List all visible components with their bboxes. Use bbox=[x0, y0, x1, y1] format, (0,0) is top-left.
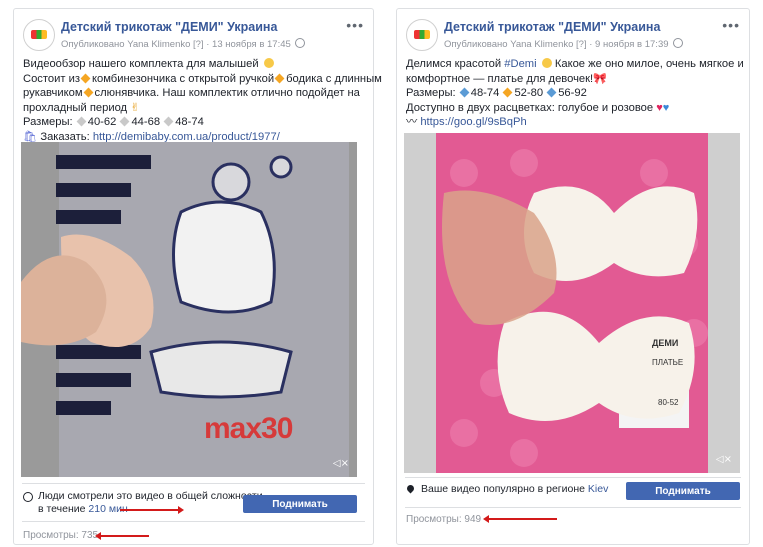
text-line: Какое же оно милое, очень мягкое и bbox=[554, 58, 744, 70]
watch-time-text: Люди смотрели это видео в общей сложност… bbox=[38, 490, 263, 516]
text-line: Состоит из bbox=[23, 72, 80, 85]
heart-eyes-emoji-icon bbox=[541, 58, 552, 68]
avatar[interactable] bbox=[23, 19, 55, 51]
popular-text: Ваше видео популярно в регионе bbox=[421, 483, 585, 495]
text-line: прохладный период bbox=[23, 101, 128, 114]
text-line: комбинезончика с открытой ручкой bbox=[91, 72, 275, 85]
label-text: ПЛАТЬЕ bbox=[652, 358, 684, 367]
label-text: ДЕМИ bbox=[652, 338, 679, 348]
views-count: Просмотры: 735 bbox=[23, 530, 99, 541]
size-value: 44-68 bbox=[131, 116, 161, 128]
more-options-icon[interactable]: ••• bbox=[722, 17, 740, 33]
mute-icon[interactable]: ◁× bbox=[333, 458, 349, 469]
globe-icon bbox=[295, 38, 306, 48]
watch-time-line: Люди смотрели это видео в общей сложност… bbox=[38, 490, 263, 502]
help-mark[interactable]: [?] bbox=[193, 39, 204, 50]
post-meta: Опубликовано Yana Klimenko [?] · 9 ноябр… bbox=[444, 38, 684, 50]
post-card-right: Детский трикотаж "ДЕМИ" Украина Опублико… bbox=[396, 8, 750, 545]
video-frame bbox=[21, 142, 357, 477]
ribbon-icon: 🎀 bbox=[593, 72, 607, 85]
boost-post-button[interactable]: Поднимать публикацию bbox=[626, 482, 740, 515]
video-frame bbox=[404, 133, 740, 473]
location-pin-icon bbox=[405, 483, 416, 494]
post-header: Детский трикотаж "ДЕМИ" Украина Опублико… bbox=[406, 17, 740, 59]
hashtag-link[interactable]: #Demi bbox=[504, 58, 536, 70]
post-meta: Опубликовано Yana Klimenko [?] · 13 нояб… bbox=[61, 38, 306, 50]
text-line: рукавчиком bbox=[23, 87, 83, 99]
diamond-bullet-icon bbox=[80, 73, 91, 83]
size-value: 40-62 bbox=[87, 116, 117, 128]
text-line: бодика с длинным bbox=[286, 72, 382, 85]
text-line: Доступно в двух расцветках: голубое и ро… bbox=[406, 101, 654, 114]
shopping-bags-icon: 🛍 bbox=[23, 130, 38, 143]
watch-time-line: в течение bbox=[38, 503, 86, 515]
annotation-arrow bbox=[95, 532, 149, 540]
popular-region-text: Ваше видео популярно в регионе Kiev bbox=[421, 483, 608, 496]
text-line: комфортное — платье для девочек! bbox=[406, 72, 594, 85]
region-link[interactable]: Kiev bbox=[588, 483, 608, 495]
views-count: Просмотры: 949 bbox=[406, 514, 482, 525]
heart-icon: ♥ bbox=[662, 101, 670, 114]
size-value: 56-92 bbox=[558, 87, 587, 99]
post-header: Детский трикотаж "ДЕМИ" Украина Опублико… bbox=[23, 17, 364, 59]
diamond-bullet-icon bbox=[503, 87, 513, 98]
brand-logo-icon bbox=[414, 30, 430, 39]
diamond-bullet-icon bbox=[83, 87, 93, 98]
divider bbox=[22, 521, 365, 522]
post-date-link[interactable]: 13 ноября в 17:45 bbox=[212, 39, 291, 50]
smiley-emoji-icon bbox=[263, 58, 274, 68]
mute-icon[interactable]: ◁× bbox=[716, 454, 732, 465]
size-value: 48-74 bbox=[175, 116, 204, 128]
size-value: 48-74 bbox=[470, 87, 500, 99]
bullet-icon bbox=[163, 116, 174, 127]
short-link[interactable]: https://goo.gl/9sBqPh bbox=[420, 116, 526, 128]
diamond-bullet-icon bbox=[274, 73, 285, 83]
published-by: Опубликовано Yana Klimenko bbox=[444, 39, 574, 50]
globe-icon bbox=[673, 38, 684, 48]
annotation-arrow bbox=[120, 506, 184, 514]
order-label: Заказать: bbox=[40, 130, 90, 143]
video-player[interactable]: max30 ◁× bbox=[21, 142, 357, 477]
label-text: 80-52 bbox=[658, 398, 679, 407]
wave-icon: 〰 bbox=[406, 116, 418, 128]
diamond-bullet-icon bbox=[459, 87, 470, 98]
video-player[interactable]: ДЕМИ ПЛАТЬЕ 80-52 ◁× bbox=[404, 133, 740, 473]
divider bbox=[405, 477, 741, 478]
text-line: Делимся красотой bbox=[406, 58, 502, 70]
post-card-left: Детский трикотаж "ДЕМИ" Украина Опублико… bbox=[13, 8, 382, 545]
boost-post-button[interactable]: Поднимать публикацию bbox=[243, 495, 357, 528]
bullet-icon bbox=[120, 116, 130, 127]
text-line: Видеообзор нашего комплекта для малышей bbox=[23, 58, 259, 70]
post-text: Видеообзор нашего комплекта для малышей … bbox=[23, 57, 382, 144]
page-name-link[interactable]: Детский трикотаж "ДЕМИ" Украина bbox=[444, 20, 660, 34]
published-by: Опубликовано Yana Klimenko bbox=[61, 39, 191, 50]
diamond-bullet-icon bbox=[546, 87, 557, 98]
page-name-link[interactable]: Детский трикотаж "ДЕМИ" Украина bbox=[61, 20, 277, 34]
text-line: слюнявчика. Наш комплектик отлично подой… bbox=[94, 87, 360, 99]
avatar[interactable] bbox=[406, 19, 438, 51]
sizes-label: Размеры: bbox=[23, 116, 73, 128]
order-link[interactable]: http://demibaby.com.ua/product/1977/ bbox=[93, 131, 280, 143]
divider bbox=[22, 483, 365, 484]
more-options-icon[interactable]: ••• bbox=[346, 17, 364, 33]
post-date-link[interactable]: 9 ноября в 17:39 bbox=[595, 39, 668, 50]
brand-logo-icon bbox=[31, 30, 47, 39]
sizes-label: Размеры: bbox=[406, 87, 456, 99]
help-mark[interactable]: [?] bbox=[576, 39, 587, 50]
clock-icon bbox=[23, 492, 33, 502]
size-value: 52-80 bbox=[514, 87, 544, 99]
divider bbox=[405, 507, 741, 508]
video-overlay-text: max30 bbox=[204, 412, 293, 445]
post-text: Делимся красотой #Demi Какое же оно мило… bbox=[406, 57, 744, 130]
annotation-arrow bbox=[483, 515, 557, 523]
bullet-icon bbox=[76, 116, 87, 127]
ok-hand-icon: ✌ bbox=[130, 101, 140, 114]
